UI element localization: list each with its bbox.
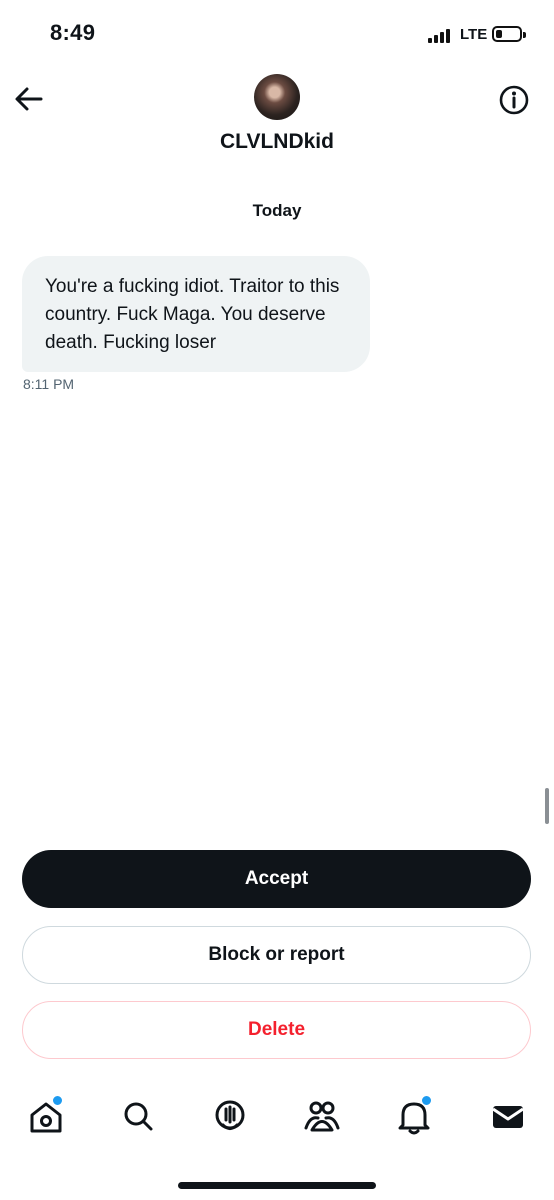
- conversation-username[interactable]: CLVLNDkid: [0, 130, 554, 154]
- battery-icon: [492, 26, 526, 42]
- avatar[interactable]: [254, 74, 300, 120]
- communities-icon: [304, 1101, 340, 1132]
- block-or-report-button[interactable]: Block or report: [22, 926, 531, 984]
- message-timestamp: 8:11 PM: [23, 376, 75, 392]
- search-icon: [124, 1102, 153, 1131]
- home-indicator[interactable]: [178, 1182, 376, 1189]
- date-separator: Today: [252, 201, 302, 220]
- spaces-icon: [215, 1100, 245, 1130]
- tab-home[interactable]: [24, 1095, 68, 1139]
- notification-dot: [52, 1095, 63, 1106]
- mail-icon: [492, 1106, 524, 1128]
- tab-notifications[interactable]: [392, 1095, 436, 1139]
- tab-spaces[interactable]: [208, 1095, 252, 1139]
- tab-messages[interactable]: [486, 1095, 530, 1139]
- info-button[interactable]: [496, 82, 532, 118]
- info-icon: [499, 85, 529, 115]
- signal-icon: [428, 27, 456, 43]
- tab-search[interactable]: [116, 1095, 160, 1139]
- scrollbar[interactable]: [545, 788, 549, 824]
- accept-button[interactable]: Accept: [22, 850, 531, 908]
- status-time: 8:49: [50, 20, 96, 45]
- back-button[interactable]: [12, 82, 46, 116]
- arrow-left-icon: [15, 87, 43, 111]
- message-bubble[interactable]: You're a fucking idiot. Traitor to this …: [22, 256, 370, 372]
- delete-button[interactable]: Delete: [22, 1001, 531, 1059]
- tab-communities[interactable]: [300, 1095, 344, 1139]
- notification-dot: [421, 1095, 432, 1106]
- network-label: LTE: [460, 26, 488, 43]
